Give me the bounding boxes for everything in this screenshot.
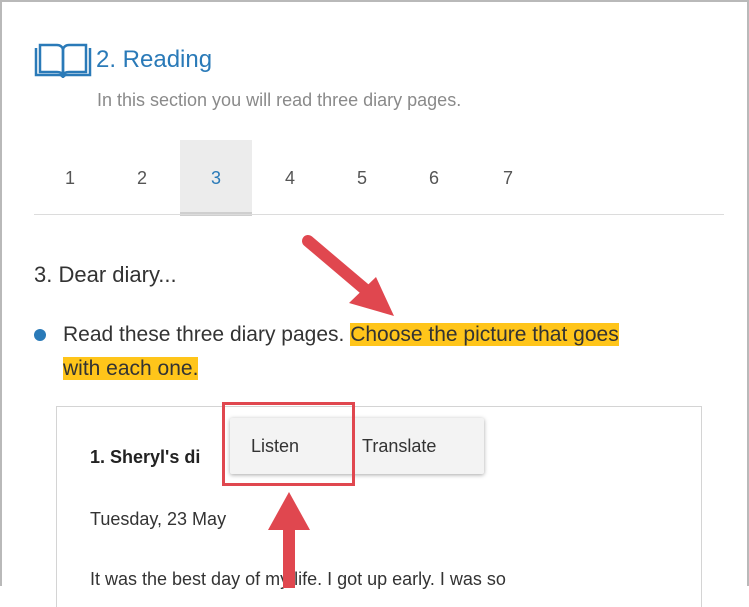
tab-7[interactable]: 7 (472, 140, 544, 212)
section-title: 2. Reading (96, 46, 213, 73)
exercise-tabs: 1 2 3 4 5 6 7 (34, 140, 724, 216)
instruction-highlight-1[interactable]: Choose the picture that goes (350, 323, 619, 346)
tab-1[interactable]: 1 (34, 140, 106, 212)
tabs-divider (34, 214, 724, 215)
diary-date: Tuesday, 23 May (90, 509, 227, 529)
tab-2[interactable]: 2 (106, 140, 178, 212)
diary-body: It was the best day of my life. I got up… (90, 569, 506, 590)
text-tools-popup: Listen Translate (230, 418, 484, 474)
diary-title: 1. Sheryl's di (90, 447, 201, 467)
diary-body-part-2: of my life. I got up early. I was so (240, 569, 506, 589)
listen-button[interactable]: Listen (251, 418, 299, 474)
instruction-text: Read these three diary pages. Choose the… (63, 318, 743, 386)
instruction-plain: Read these three diary pages. (63, 323, 351, 346)
diary-body-part-1: It was the best day (90, 569, 241, 589)
tab-5[interactable]: 5 (326, 140, 398, 212)
section-subtitle: In this section you will read three diar… (97, 90, 462, 110)
translate-button[interactable]: Translate (362, 418, 436, 474)
instruction-highlight-2[interactable]: with each one. (63, 357, 199, 380)
book-icon (34, 43, 92, 78)
tab-3[interactable]: 3 (180, 140, 252, 216)
tab-6[interactable]: 6 (398, 140, 470, 212)
bullet-icon (34, 329, 46, 341)
exercise-title: 3. Dear diary... (34, 262, 177, 287)
tab-4[interactable]: 4 (254, 140, 326, 212)
